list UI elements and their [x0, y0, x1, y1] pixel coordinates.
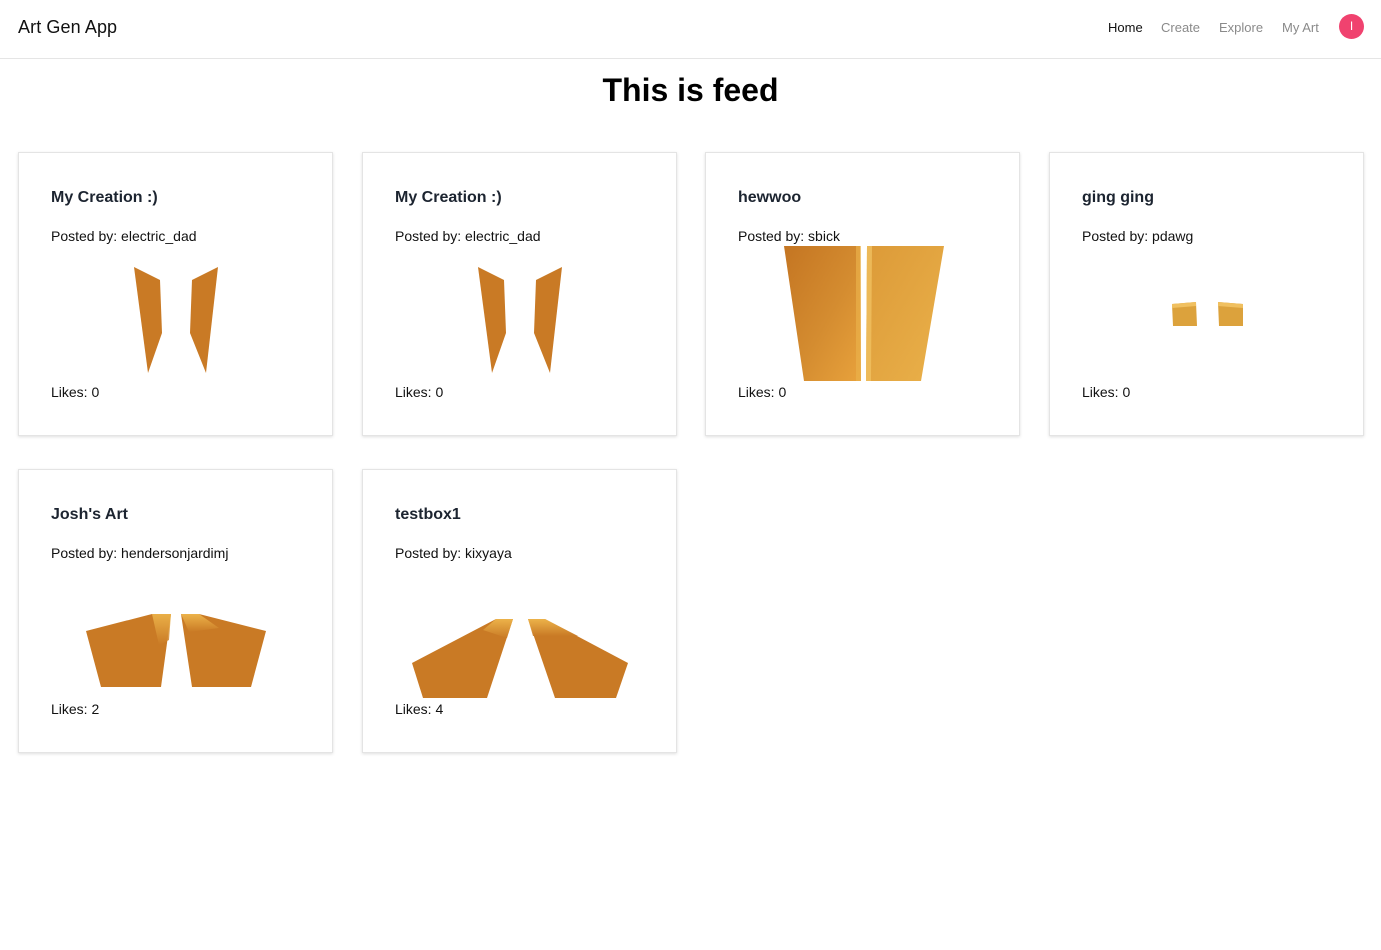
card-likes: Likes: 2 — [51, 701, 100, 717]
app-brand-link[interactable]: Art Gen App — [18, 17, 117, 38]
nav-explore-link[interactable]: Explore — [1219, 20, 1263, 35]
art-card[interactable]: ging ging Posted by: pdawg Likes: 0 — [1049, 152, 1364, 436]
top-navbar: Art Gen App Home Create Explore My Art I — [0, 0, 1381, 59]
art-card[interactable]: testbox1 Posted by: kixyaya Likes: 4 — [362, 469, 677, 753]
card-author: Posted by: electric_dad — [51, 228, 197, 244]
card-author: Posted by: kixyaya — [395, 545, 512, 561]
card-author: Posted by: electric_dad — [395, 228, 541, 244]
art-card[interactable]: My Creation :) Posted by: electric_dad L… — [18, 152, 333, 436]
card-likes: Likes: 0 — [395, 384, 444, 400]
nav-home-link[interactable]: Home — [1108, 20, 1143, 35]
page-title: This is feed — [602, 72, 779, 108]
card-title: Josh's Art — [51, 506, 129, 523]
card-title: My Creation :) — [395, 189, 502, 206]
card-author: Posted by: hendersonjardimj — [51, 545, 229, 561]
card-author: Posted by: sbick — [738, 228, 840, 244]
card-likes: Likes: 0 — [51, 384, 100, 400]
art-card[interactable]: My Creation :) Posted by: electric_dad L… — [362, 152, 677, 436]
card-title: hewwoo — [738, 189, 802, 206]
card-likes: Likes: 0 — [1082, 384, 1131, 400]
card-title: ging ging — [1082, 189, 1154, 206]
card-title: My Creation :) — [51, 189, 158, 206]
nav-create-link[interactable]: Create — [1161, 20, 1200, 35]
art-card[interactable]: Josh's Art Posted by: hendersonjardimj L… — [18, 469, 333, 753]
user-avatar[interactable]: I — [1339, 14, 1364, 39]
card-title: testbox1 — [395, 506, 461, 523]
nav-my-art-link[interactable]: My Art — [1282, 20, 1319, 35]
card-likes: Likes: 4 — [395, 701, 444, 717]
card-author: Posted by: pdawg — [1082, 228, 1194, 244]
art-card[interactable]: hewwoo Posted by: sbick Likes: 0 — [705, 152, 1020, 436]
card-likes: Likes: 0 — [738, 384, 787, 400]
